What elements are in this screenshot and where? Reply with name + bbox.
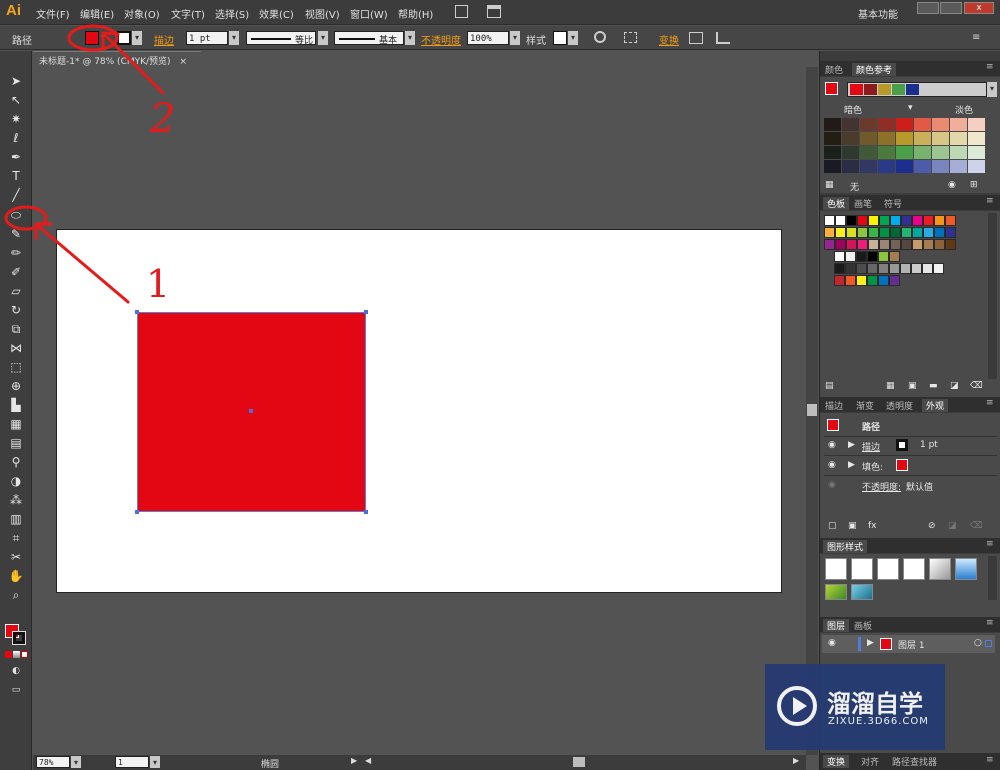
annotation-number-2: 2 xyxy=(150,96,176,142)
annotation-arrow xyxy=(101,31,165,95)
annotation-arrow xyxy=(34,222,130,304)
annotation-number-1: 1 xyxy=(146,262,171,306)
